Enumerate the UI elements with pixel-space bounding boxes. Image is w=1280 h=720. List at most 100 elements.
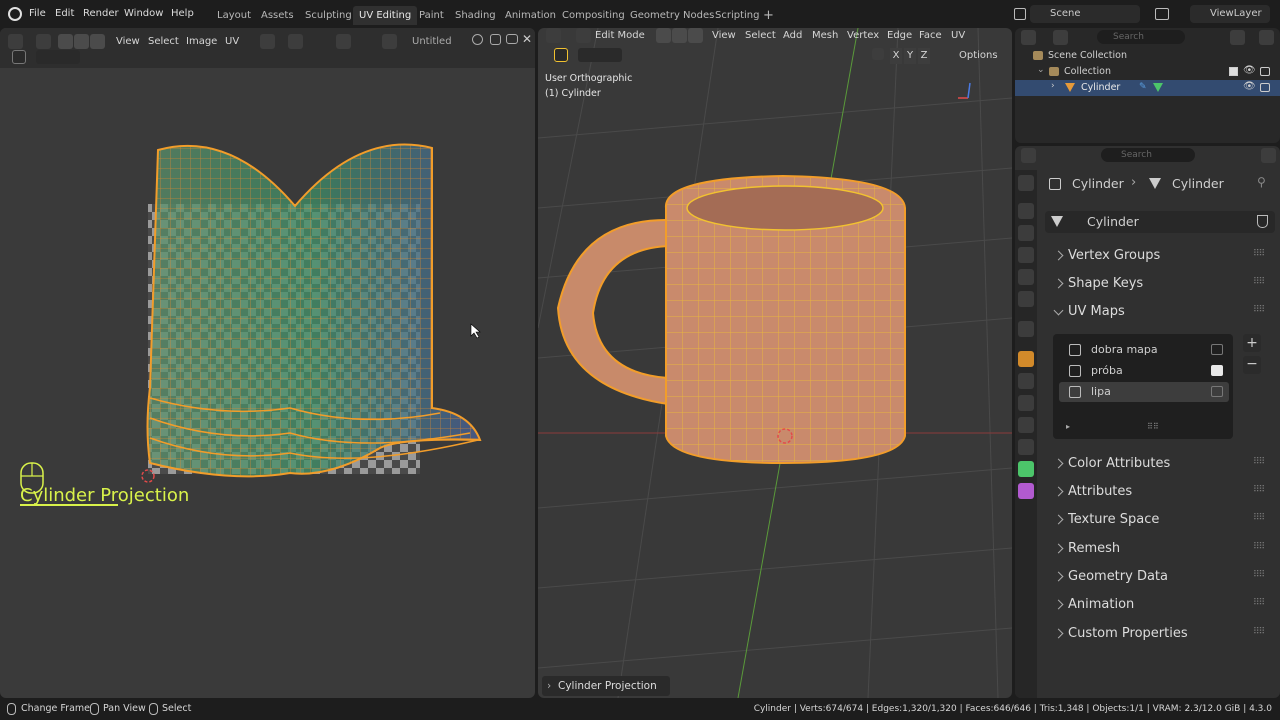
tab-paint[interactable]: Paint (413, 6, 450, 25)
drag-handle-icon[interactable]: ⠿⠿ (1253, 542, 1265, 552)
vp-menu-mesh[interactable]: Mesh (812, 28, 838, 44)
drag-handle-icon[interactable]: ⠿⠿ (1253, 249, 1265, 259)
panel-vertex-groups[interactable]: Vertex Groups (1068, 245, 1160, 267)
output-tab-icon[interactable] (1018, 225, 1034, 241)
panel-texture-space[interactable]: Texture Space (1068, 509, 1159, 531)
chevron-right-icon[interactable] (1053, 458, 1064, 469)
modifier-tab-icon[interactable] (1018, 373, 1034, 389)
view-layer-icon[interactable] (1155, 8, 1169, 20)
eye-icon[interactable]: 👁 (1243, 65, 1256, 76)
mirror-y-toggle[interactable]: Y (904, 48, 916, 64)
pivot-icon[interactable] (260, 34, 275, 49)
tab-compositing[interactable]: Compositing (556, 6, 631, 25)
tab-uv-editing[interactable]: UV Editing (353, 6, 418, 25)
tab-animation[interactable]: Animation (499, 6, 562, 25)
new-collection-icon[interactable] (1259, 30, 1274, 45)
viewport-canvas[interactable] (538, 28, 1012, 698)
vp-menu-vertex[interactable]: Vertex (847, 28, 879, 44)
chevron-down-icon[interactable]: ⌄ (1037, 65, 1045, 75)
material-tab-icon[interactable] (1018, 483, 1034, 499)
chevron-right-icon[interactable] (1053, 599, 1064, 610)
close-icon[interactable]: ✕ (522, 32, 532, 46)
pin-icon[interactable]: ⚲ (1257, 175, 1266, 189)
vp-menu-face[interactable]: Face (919, 28, 942, 44)
scene-tab-icon[interactable] (1018, 269, 1034, 285)
camera-icon[interactable] (1260, 83, 1270, 92)
panel-remesh[interactable]: Remesh (1068, 538, 1120, 560)
face-mode-icon[interactable] (688, 28, 703, 43)
add-workspace-button[interactable]: + (757, 6, 780, 25)
proportional-edit-icon[interactable] (336, 34, 351, 49)
physics-tab-icon[interactable] (1018, 417, 1034, 433)
tab-assets[interactable]: Assets (255, 6, 300, 25)
view-layer-tab-icon[interactable] (1018, 247, 1034, 263)
list-resize-handle-icon[interactable]: ⠿⠿ (1147, 422, 1159, 431)
outliner-row-scene-collection[interactable]: Scene Collection (1015, 48, 1280, 64)
vp-menu-select[interactable]: Select (745, 28, 776, 44)
fake-user-icon[interactable] (472, 34, 483, 45)
drag-handle-icon[interactable]: ⠿⠿ (1253, 513, 1265, 523)
uv-menu-uv[interactable]: UV (225, 34, 239, 50)
mode-selector[interactable]: Edit Mode (595, 28, 645, 44)
camera-off-icon[interactable] (1211, 344, 1223, 355)
uv-map-item-dobra-mapa[interactable]: dobra mapa (1059, 340, 1229, 360)
last-operator-panel[interactable]: › Cylinder Projection (542, 676, 670, 696)
particles-tab-icon[interactable] (1018, 395, 1034, 411)
display-mode-icon[interactable] (1053, 30, 1068, 45)
menu-help[interactable]: Help (171, 6, 194, 22)
uv-map-item-proba[interactable]: próba (1059, 361, 1229, 381)
open-image-icon[interactable] (506, 34, 518, 44)
3d-viewport[interactable]: Edit Mode View Select Add Mesh Vertex Ed… (538, 28, 1012, 698)
vertex-select-icon[interactable] (58, 34, 73, 49)
eye-icon[interactable]: 👁 (1243, 81, 1256, 92)
panel-color-attributes[interactable]: Color Attributes (1068, 453, 1170, 475)
uv-editor[interactable]: View Select Image UV Untitled ✕ Cylinder… (0, 28, 535, 698)
scene-icon[interactable] (1014, 8, 1026, 20)
panel-attributes[interactable]: Attributes (1068, 481, 1132, 503)
constraints-tab-icon[interactable] (1018, 439, 1034, 455)
drag-handle-icon[interactable]: ⠿⠿ (1253, 457, 1265, 467)
mesh-datablock-field[interactable]: Cylinder (1045, 211, 1275, 233)
properties-editor-type-icon[interactable] (1021, 148, 1036, 163)
uv-map-item-lipa[interactable]: lipa (1059, 382, 1229, 402)
properties-options-icon[interactable] (1261, 148, 1276, 163)
object-tab-icon[interactable] (1018, 351, 1034, 367)
checkbox-icon[interactable] (1229, 67, 1238, 76)
tab-layout[interactable]: Layout (211, 6, 257, 25)
properties-editor[interactable]: Search Cylinder › Cylinder ⚲ Cylinder Ve… (1015, 146, 1280, 698)
mirror-icon[interactable] (872, 48, 884, 60)
uv-menu-select[interactable]: Select (148, 34, 179, 50)
properties-search-input[interactable]: Search (1101, 148, 1195, 162)
face-select-icon[interactable] (90, 34, 105, 49)
fake-user-shield-icon[interactable] (1257, 215, 1268, 228)
chevron-right-icon[interactable] (1053, 278, 1064, 289)
vertex-mode-icon[interactable] (656, 28, 671, 43)
vp-menu-view[interactable]: View (712, 28, 736, 44)
camera-icon[interactable] (1260, 67, 1270, 76)
mirror-z-toggle[interactable]: Z (918, 48, 930, 64)
tab-shading[interactable]: Shading (449, 6, 502, 25)
image-browse-icon[interactable] (382, 34, 397, 49)
menu-window[interactable]: Window (124, 6, 163, 22)
chevron-right-icon[interactable] (1053, 628, 1064, 639)
data-tab-icon[interactable] (1018, 461, 1034, 477)
outliner[interactable]: Search Scene Collection ⌄ Collection 👁 ›… (1015, 28, 1280, 143)
chevron-right-icon[interactable] (1053, 571, 1064, 582)
panel-shape-keys[interactable]: Shape Keys (1068, 273, 1143, 295)
edge-mode-icon[interactable] (672, 28, 687, 43)
snap-icon[interactable] (288, 34, 303, 49)
drag-handle-icon[interactable]: ⠿⠿ (1253, 485, 1265, 495)
filter-icon[interactable] (1230, 30, 1245, 45)
chevron-right-icon[interactable] (1053, 514, 1064, 525)
chevron-right-icon[interactable]: › (1051, 81, 1055, 91)
uv-canvas[interactable] (0, 68, 535, 698)
edge-select-icon[interactable] (74, 34, 89, 49)
viewport-editor-type-icon[interactable] (546, 28, 561, 43)
collection-tab-icon[interactable] (1018, 321, 1034, 337)
drag-handle-icon[interactable]: ⠿⠿ (1253, 277, 1265, 287)
selection-mode-icons[interactable] (578, 48, 622, 62)
menu-edit[interactable]: Edit (55, 6, 74, 22)
uv-menu-image[interactable]: Image (186, 34, 217, 50)
new-image-icon[interactable] (490, 34, 501, 45)
breadcrumb-data[interactable]: Cylinder (1172, 176, 1224, 191)
